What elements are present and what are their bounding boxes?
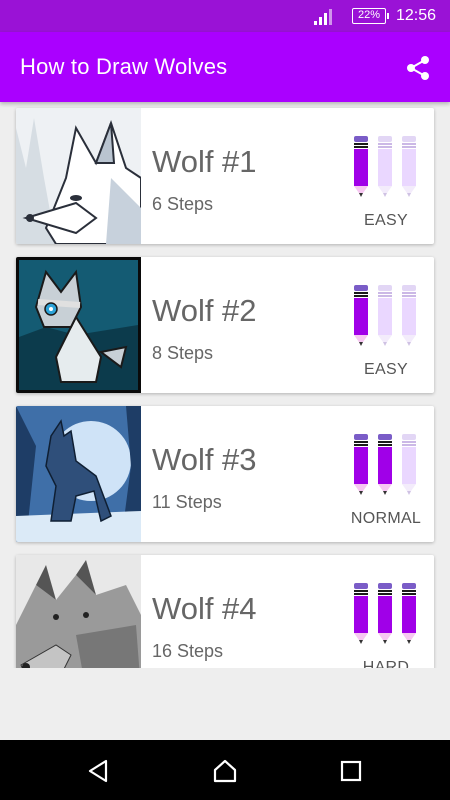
drawing-list: Wolf #1 6 Steps EASY Wolf #2 8 Steps EAS… [0, 102, 450, 668]
difficulty-pencils [354, 434, 416, 495]
pencil-empty-icon [402, 434, 416, 495]
pencil-filled-icon [378, 583, 392, 644]
navigation-bar [0, 740, 450, 800]
item-steps: 6 Steps [152, 194, 214, 214]
wolf-3-thumbnail [16, 406, 141, 542]
wolf-2-thumbnail [16, 257, 141, 393]
share-icon[interactable] [404, 54, 432, 82]
difficulty-label: EASY [364, 212, 408, 229]
item-steps: 8 Steps [152, 343, 214, 363]
recents-icon[interactable] [338, 758, 364, 784]
pencil-empty-icon [378, 285, 392, 346]
difficulty-label: HARD [362, 659, 410, 668]
signal-icon [314, 9, 332, 25]
clock: 12:56 [396, 7, 437, 24]
item-name: Wolf #4 [152, 591, 257, 626]
pencil-filled-icon [354, 434, 368, 495]
item-name: Wolf #2 [152, 293, 257, 328]
list-item[interactable]: Wolf #4 16 Steps HARD [16, 555, 434, 668]
wolf-1-thumbnail [16, 108, 141, 244]
difficulty-label: EASY [364, 361, 408, 378]
difficulty-pencils [354, 136, 416, 197]
item-steps: 16 Steps [152, 641, 224, 661]
pencil-filled-icon [402, 583, 416, 644]
difficulty-label: NORMAL [350, 510, 422, 527]
pencil-empty-icon [378, 136, 392, 197]
pencil-empty-icon [402, 136, 416, 197]
item-name: Wolf #3 [152, 442, 257, 477]
status-bar: 22% 12:56 [0, 0, 450, 32]
pencil-empty-icon [402, 285, 416, 346]
item-name: Wolf #1 [152, 144, 257, 179]
home-icon[interactable] [212, 758, 238, 784]
pencil-filled-icon [354, 583, 368, 644]
pencil-filled-icon [354, 136, 368, 197]
difficulty-pencils [354, 285, 416, 346]
wolf-4-thumbnail [16, 555, 141, 668]
difficulty-pencils [354, 583, 416, 644]
app-title: How to Draw Wolves [20, 54, 228, 79]
list-item[interactable]: Wolf #3 11 Steps NORMAL [16, 406, 434, 542]
back-icon[interactable] [86, 758, 112, 784]
app-bar: How to Draw Wolves [0, 32, 450, 102]
battery-indicator: 22% [352, 8, 389, 24]
pencil-filled-icon [354, 285, 368, 346]
pencil-filled-icon [378, 434, 392, 495]
list-item[interactable]: Wolf #2 8 Steps EASY [16, 257, 434, 393]
list-item[interactable]: Wolf #1 6 Steps EASY [16, 108, 434, 244]
item-steps: 11 Steps [152, 492, 222, 512]
